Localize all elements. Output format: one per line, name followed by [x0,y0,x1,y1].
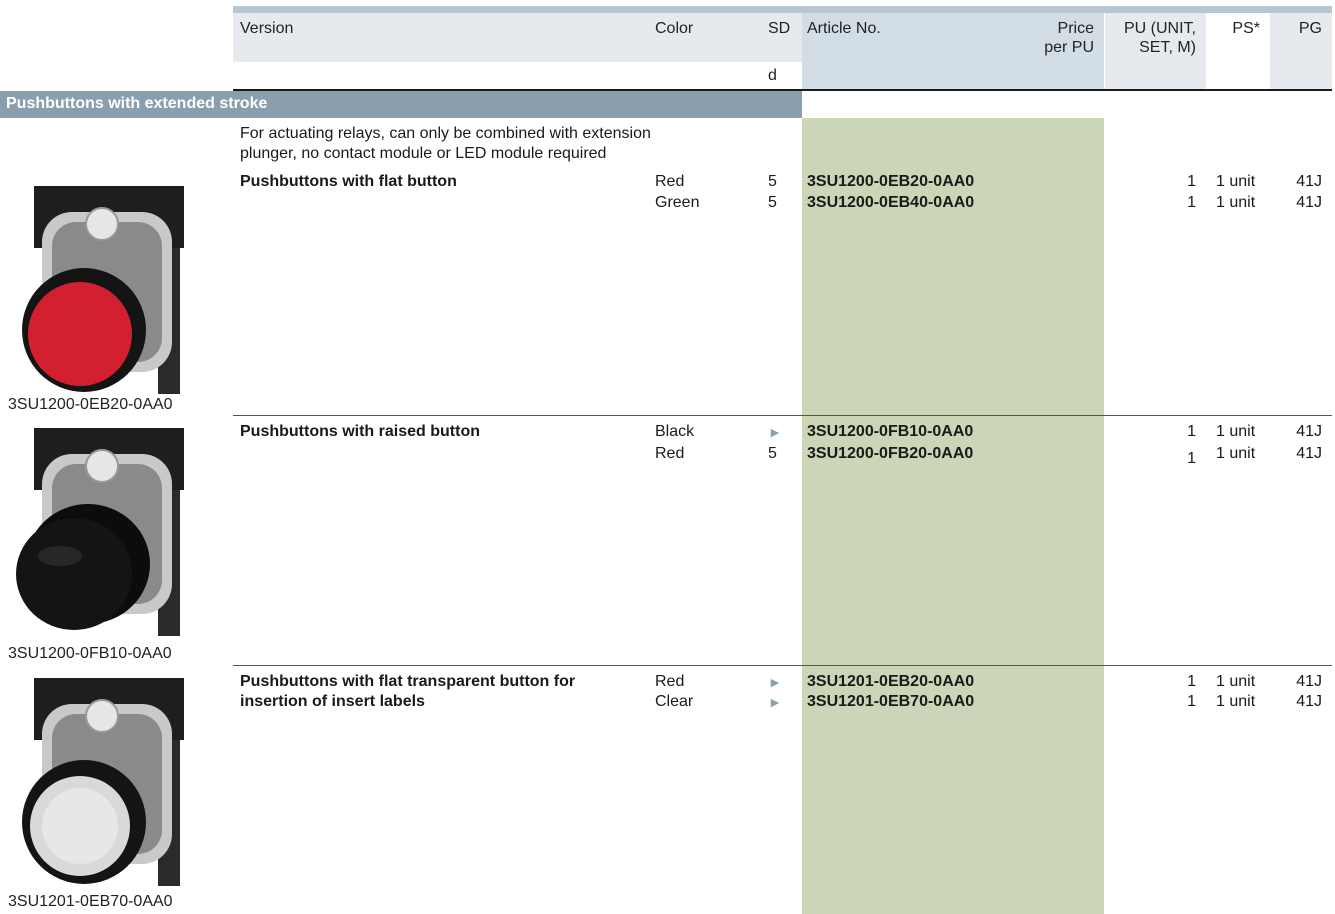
row-sd: 5 [768,173,777,190]
row-pu: 1 [1187,693,1196,710]
row-ps: 1 unit [1216,423,1256,440]
product-image-flat-button [8,182,196,398]
header-pg: PG [1298,20,1322,37]
row-pu: 1 [1187,423,1196,440]
row-pg: 41J [1296,423,1322,440]
row-color: Red [655,673,685,690]
pushbutton-clear-icon [22,678,184,886]
row-pu: 1 [1187,673,1196,690]
header-sd: SD [768,20,791,37]
row-color: Red [655,445,685,462]
product-caption: 3SU1201-0EB70-0AA0 [8,893,173,910]
row-article[interactable]: 3SU1200-0FB10-0AA0 [807,422,973,442]
row-pu: 1 [1187,194,1196,211]
group-title: Pushbuttons with flat transparent button… [240,673,576,710]
article-column-highlight [802,118,1104,914]
availability-arrow-icon: ► [768,694,782,710]
product-image-raised-button [8,424,196,636]
row-pg: 41J [1296,173,1322,190]
group-title: Pushbuttons with flat button [240,173,457,190]
row-article[interactable]: 3SU1201-0EB20-0AA0 [807,672,974,692]
row-article[interactable]: 3SU1201-0EB70-0AA0 [807,692,974,712]
header-version: Version [240,20,294,37]
row-color: Clear [655,693,694,710]
row-sd: 5 [768,445,777,462]
product-caption: 3SU1200-0FB10-0AA0 [8,645,172,662]
group-divider [233,665,1332,666]
row-ps: 1 unit [1216,194,1256,211]
header-top-bar [233,6,1332,13]
availability-arrow-icon: ► [768,674,782,690]
row-pu: 1 [1187,450,1196,467]
header-background [233,13,802,62]
row-article[interactable]: 3SU1200-0EB20-0AA0 [807,172,974,192]
row-color: Green [655,194,700,211]
row-ps: 1 unit [1216,445,1256,462]
row-pg: 41J [1296,673,1322,690]
row-ps: 1 unit [1216,173,1256,190]
row-color: Black [655,423,695,440]
row-article[interactable]: 3SU1200-0EB40-0AA0 [807,193,974,213]
header-pu: PU (UNIT, SET, M) [1124,20,1196,56]
group-divider [233,415,1332,416]
header-ps: PS* [1232,20,1260,37]
header-article: Article No. [807,20,881,37]
row-pg: 41J [1296,445,1322,462]
row-pu: 1 [1187,173,1196,190]
product-image-transparent-button [8,674,196,886]
group-title: Pushbuttons with raised button [240,423,480,440]
pushbutton-black-icon [16,428,184,636]
product-caption: 3SU1200-0EB20-0AA0 [8,396,173,413]
header-color: Color [655,20,694,37]
section-intro: For actuating relays, can only be combin… [240,125,651,162]
row-color: Red [655,173,685,190]
header-price: Price per PU [1044,20,1094,56]
pushbutton-red-icon [22,186,184,398]
row-sd: 5 [768,194,777,211]
availability-arrow-icon: ► [768,424,782,440]
row-pg: 41J [1296,693,1322,710]
section-title: Pushbuttons with extended stroke [6,95,268,112]
row-pg: 41J [1296,194,1322,211]
row-ps: 1 unit [1216,693,1256,710]
row-ps: 1 unit [1216,673,1256,690]
row-article[interactable]: 3SU1200-0FB20-0AA0 [807,444,973,464]
header-sd-unit: d [768,67,777,84]
